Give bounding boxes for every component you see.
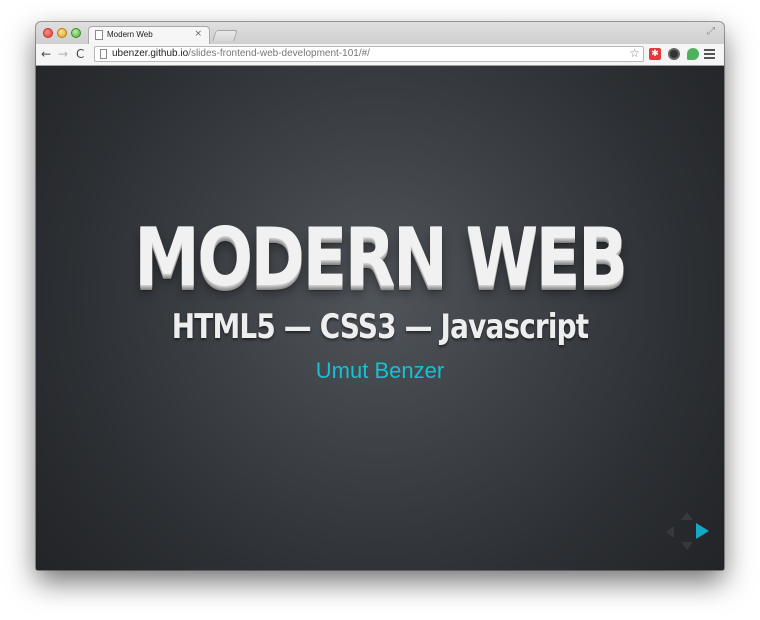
url-text[interactable]: ubenzer.github.io/slides-frontend-web-de… — [112, 48, 370, 59]
url-path: /slides-frontend-web-development-101/#/ — [188, 48, 370, 59]
tab-modern-web[interactable]: Modern Web × — [88, 26, 210, 44]
nav-down-icon[interactable] — [681, 542, 693, 550]
new-tab-button[interactable] — [212, 30, 238, 41]
bookmark-star-icon[interactable]: ☆ — [629, 46, 640, 60]
fullscreen-icon[interactable]: ⤢ — [707, 26, 715, 37]
red-extension-icon[interactable]: ✱ — [649, 48, 661, 60]
url-host: ubenzer.github.io — [112, 48, 189, 59]
slide-subtitle: HTML5 — CSS3 — Javascript — [171, 307, 589, 347]
slide-author: Umut Benzer — [315, 358, 445, 383]
close-window-icon[interactable] — [43, 28, 53, 38]
slide-viewport: MODERN WEB HTML5 — CSS3 — Javascript Umu… — [36, 66, 724, 570]
address-bar[interactable]: ubenzer.github.io/slides-frontend-web-de… — [94, 46, 644, 62]
back-button[interactable]: ← — [41, 47, 51, 61]
hamburger-menu-icon[interactable] — [704, 47, 715, 59]
maximize-window-icon[interactable] — [71, 28, 81, 38]
reload-button[interactable]: C — [76, 47, 84, 61]
nav-right-icon[interactable] — [696, 523, 709, 539]
tab-close-icon[interactable]: × — [194, 29, 202, 39]
green-extension-icon[interactable] — [687, 48, 699, 60]
slide-title: MODERN WEB — [134, 211, 628, 304]
page-icon — [95, 30, 103, 40]
minimize-window-icon[interactable] — [57, 28, 67, 38]
nav-up-icon[interactable] — [681, 512, 693, 520]
browser-window: Modern Web × ⤢ ← → C ubenzer.github.io/s… — [36, 22, 724, 570]
tab-strip: Modern Web × ⤢ — [36, 22, 724, 44]
forward-button[interactable]: → — [58, 47, 68, 61]
slide-navigation-controls — [666, 510, 716, 560]
page-icon — [100, 49, 107, 59]
browser-toolbar: ← → C ubenzer.github.io/slides-frontend-… — [36, 44, 724, 66]
nav-left-icon[interactable] — [666, 526, 674, 538]
tab-title: Modern Web — [107, 30, 153, 39]
dark-circle-extension-icon[interactable] — [668, 48, 680, 60]
